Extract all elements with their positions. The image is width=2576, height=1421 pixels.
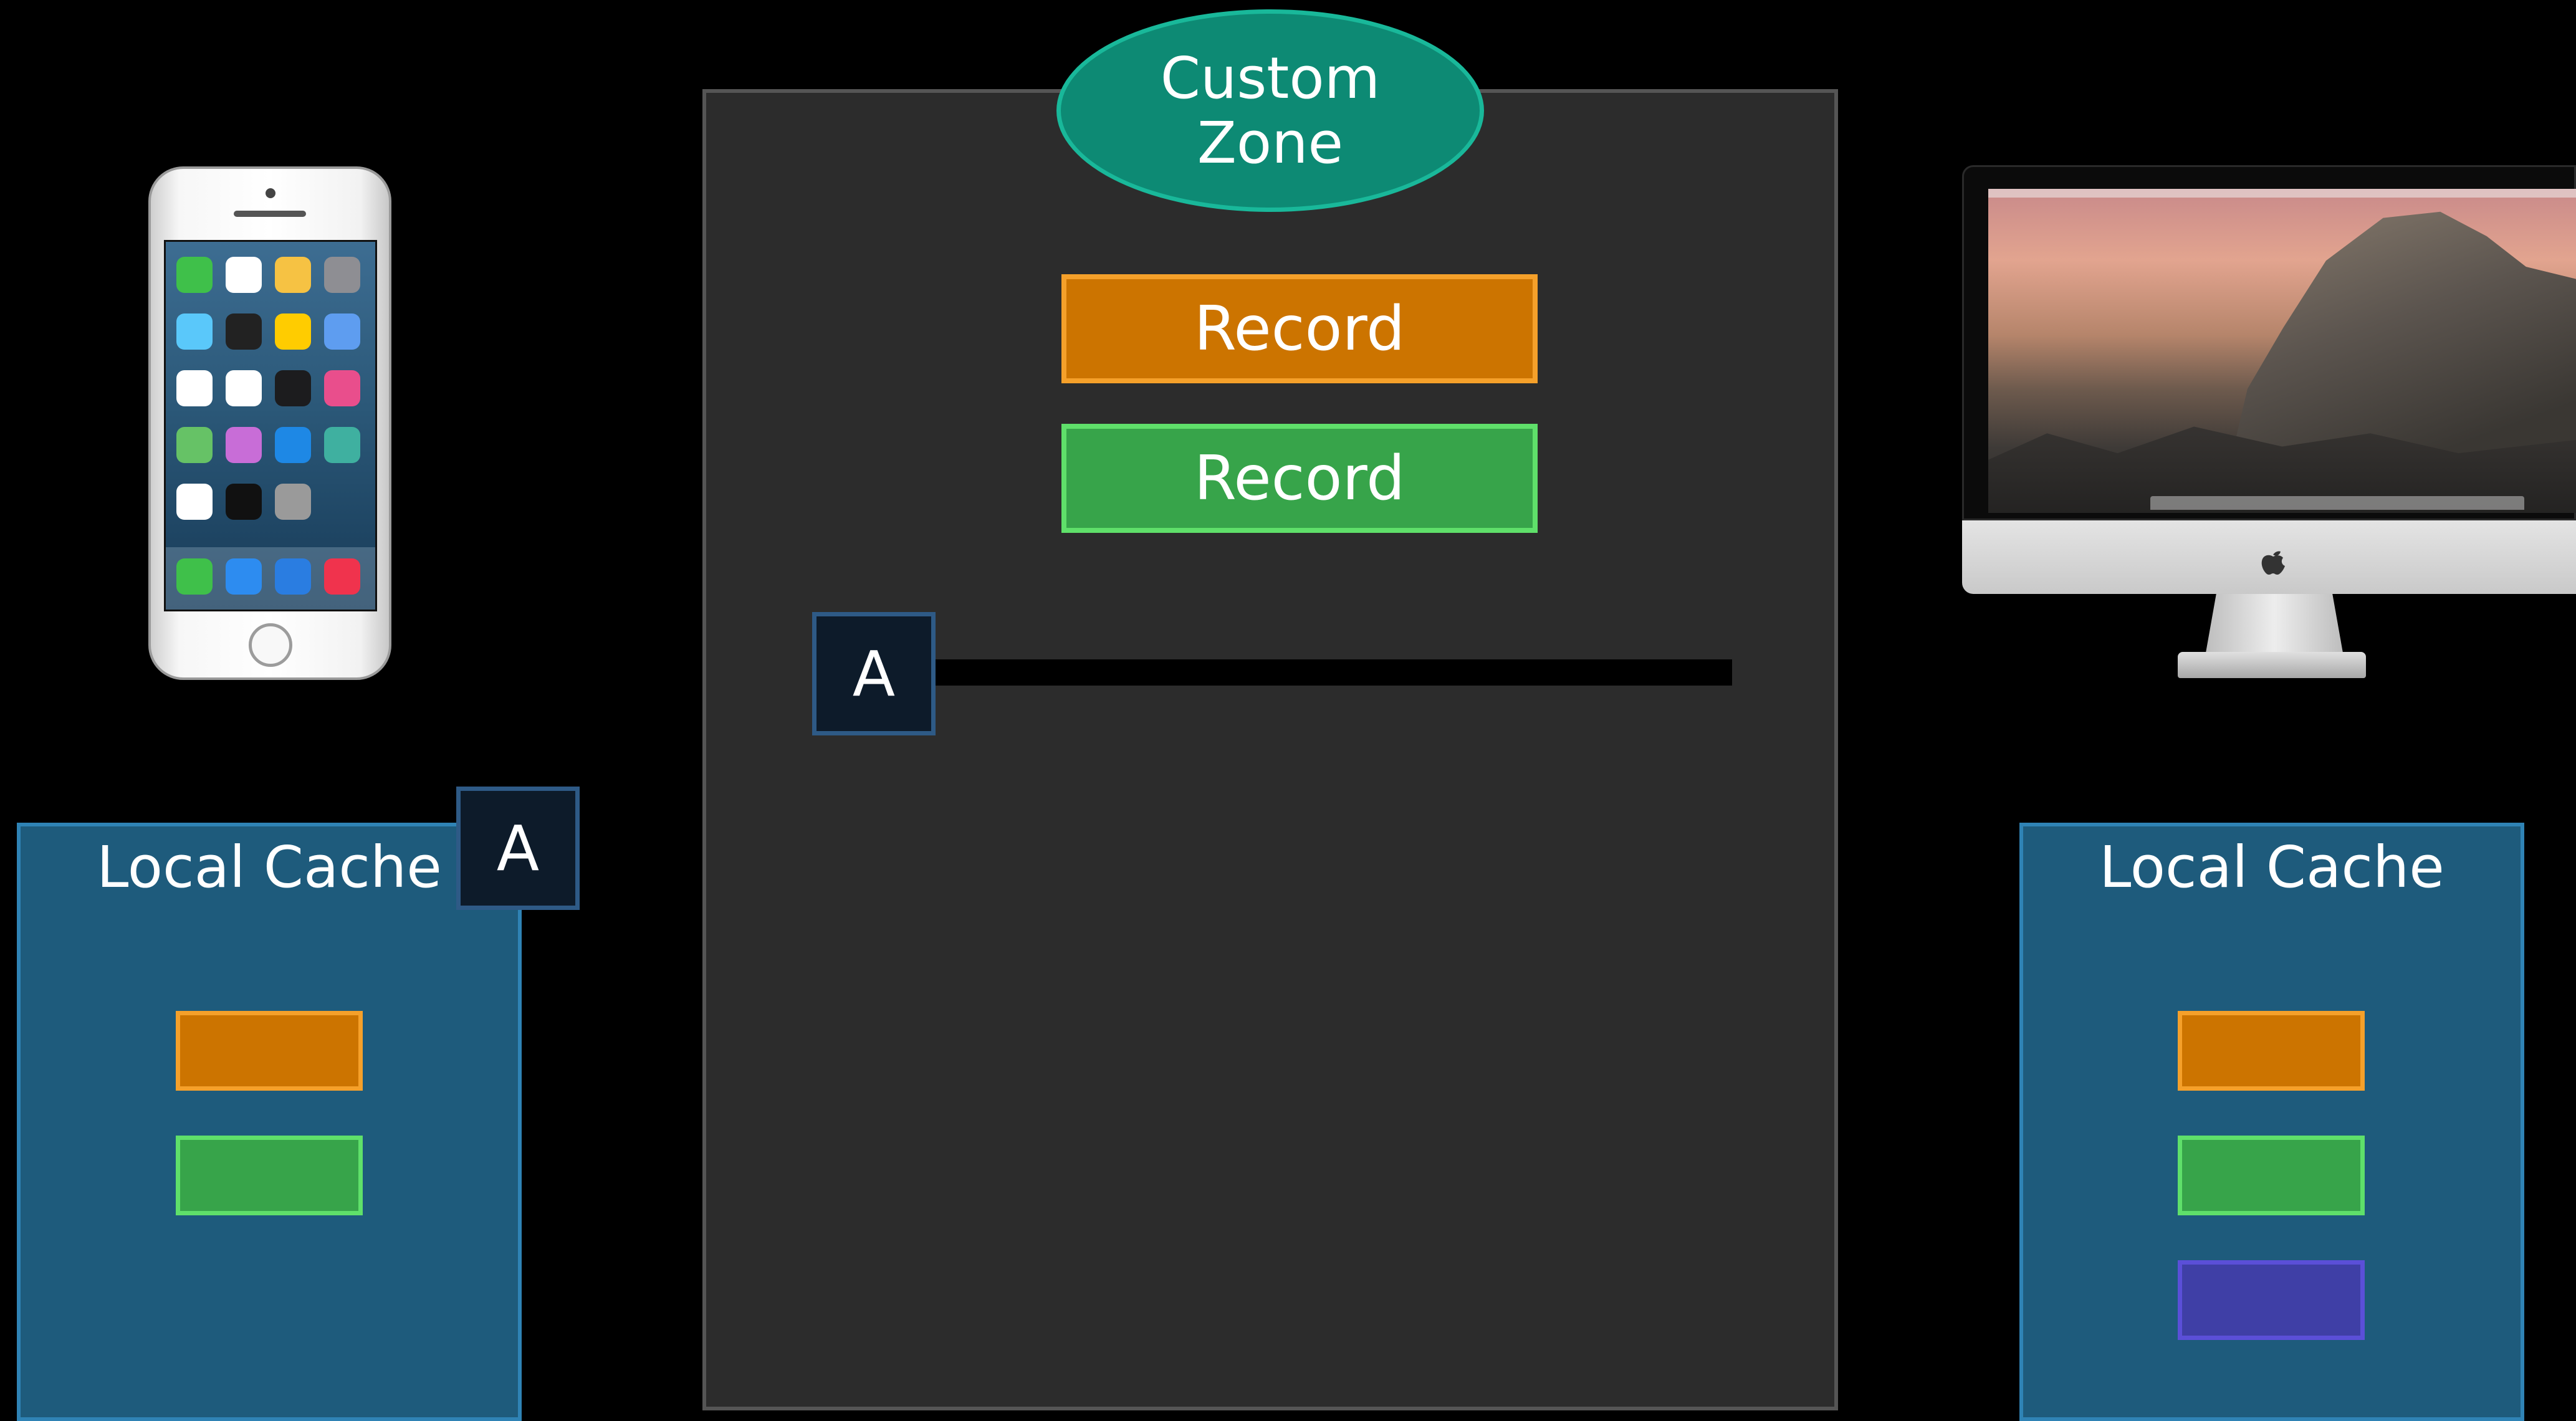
left-cache-title: Local Cache xyxy=(97,834,442,901)
iphone-dock-app-icon xyxy=(275,558,311,595)
left-cache-token-label: A xyxy=(496,811,540,885)
right-cache-title: Local Cache xyxy=(2099,834,2444,901)
iphone-app-icon xyxy=(275,370,311,406)
record-orange: Record xyxy=(1061,274,1538,383)
iphone-app-icon xyxy=(324,257,360,293)
imac-menubar xyxy=(1988,189,2576,198)
iphone-app-icon xyxy=(275,257,311,293)
zone-label-line1: Custom xyxy=(1160,45,1381,112)
iphone-app-icon xyxy=(226,257,262,293)
iphone-app-icon xyxy=(226,370,262,406)
left-cache-change-token: A xyxy=(456,787,580,910)
iphone-app-icon xyxy=(176,313,213,350)
iphone-app-icon xyxy=(176,484,213,520)
left-local-cache xyxy=(17,823,522,1421)
record-green-label: Record xyxy=(1194,443,1405,514)
iphone-speaker xyxy=(234,211,306,217)
zone-label-line2: Zone xyxy=(1197,109,1344,176)
right-cache-record-orange xyxy=(2178,1011,2365,1091)
iphone-app-icon xyxy=(176,257,213,293)
right-cache-record-purple xyxy=(2178,1260,2365,1340)
iphone-app-icon xyxy=(226,313,262,350)
iphone-app-icon xyxy=(275,427,311,463)
iphone-app-icon xyxy=(275,484,311,520)
iphone-app-icon xyxy=(324,370,360,406)
iphone-home-button xyxy=(249,623,292,667)
iphone-app-icon xyxy=(324,427,360,463)
left-cache-record-orange xyxy=(176,1011,363,1091)
iphone-camera xyxy=(266,188,275,198)
server-change-token: A xyxy=(812,612,936,735)
left-cache-record-green xyxy=(176,1136,363,1215)
iphone-app-icon xyxy=(176,427,213,463)
iphone-app-icon xyxy=(324,313,360,350)
apple-logo-icon xyxy=(2261,551,2285,575)
change-token-line xyxy=(933,659,1732,686)
iphone-app-icon xyxy=(176,370,213,406)
right-cache-record-green xyxy=(2178,1136,2365,1215)
imac-stand xyxy=(2205,594,2344,656)
record-green: Record xyxy=(1061,424,1538,533)
server-token-label: A xyxy=(852,637,896,710)
iphone-dock-app-icon xyxy=(324,558,360,595)
iphone-app-icon xyxy=(226,427,262,463)
iphone-dock-app-icon xyxy=(226,558,262,595)
iphone-app-icon xyxy=(226,484,262,520)
imac-dock xyxy=(2150,496,2524,510)
iphone-app-icon xyxy=(275,313,311,350)
custom-zone-label: Custom Zone xyxy=(1056,9,1484,212)
record-orange-label: Record xyxy=(1194,293,1405,365)
iphone-dock-app-icon xyxy=(176,558,213,595)
imac-foot xyxy=(2178,652,2366,678)
